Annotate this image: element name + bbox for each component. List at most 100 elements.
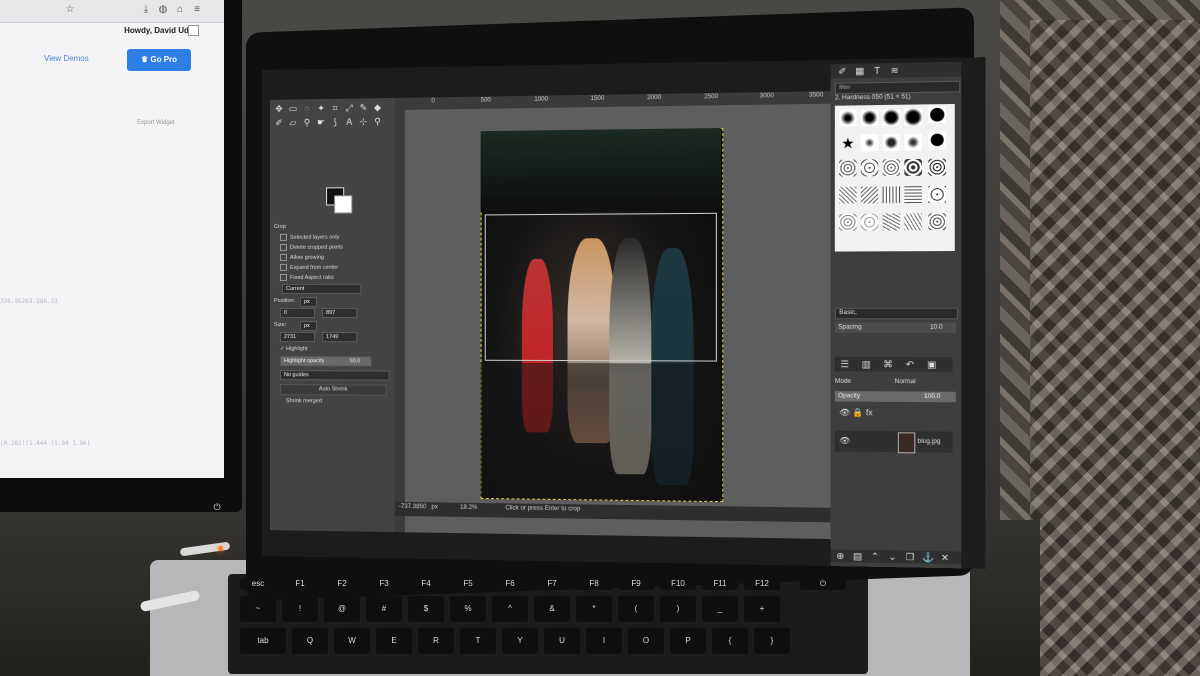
shrink-merged-option[interactable]: Shrink merged (286, 398, 322, 404)
key[interactable]: } (754, 628, 790, 654)
expand-from-center-option[interactable]: Expand from center (279, 263, 338, 271)
brush-item[interactable] (860, 134, 879, 152)
key[interactable]: F10 (660, 578, 696, 590)
key[interactable]: & (534, 596, 570, 622)
key[interactable]: F2 (324, 578, 360, 590)
guides-dropdown[interactable]: No guides (279, 370, 390, 381)
key[interactable]: * (576, 596, 612, 622)
brush-item[interactable] (928, 131, 947, 149)
lock-icons[interactable]: 👁 🔒 fx (839, 408, 872, 418)
transform-icon[interactable]: ⤢ (344, 103, 354, 113)
key[interactable]: R (418, 628, 454, 654)
view-demos-link[interactable]: View Demos (44, 54, 89, 63)
key[interactable]: ( (618, 596, 654, 622)
selected-layers-only-option[interactable]: Selected layers only (279, 233, 339, 241)
bucket-icon[interactable]: ◆ (372, 102, 382, 112)
clone-icon[interactable]: ⚲ (302, 117, 312, 127)
lasso-icon[interactable]: ◌ (302, 103, 312, 113)
aspect-mode-field[interactable]: Current (281, 283, 362, 294)
brush-item[interactable] (904, 133, 922, 151)
brush-item[interactable] (882, 213, 901, 231)
position-y-field[interactable]: 897 (322, 307, 358, 319)
layer-thumbnail[interactable] (897, 432, 916, 454)
highlight-option[interactable]: ✓ Highlight (280, 346, 308, 352)
key[interactable]: # (366, 596, 402, 622)
brush-tab-icon[interactable]: ✐ (837, 66, 848, 77)
auto-shrink-button[interactable]: Auto Shrink (279, 384, 387, 396)
new-group-icon[interactable]: ▤ (852, 551, 863, 562)
fx-icon[interactable]: fx (866, 408, 873, 417)
checkbox[interactable] (279, 243, 287, 251)
globe-icon[interactable]: ◍ (157, 4, 169, 16)
zoom-selector[interactable]: 18.2% (460, 505, 477, 511)
size-height-field[interactable]: 1749 (322, 332, 358, 343)
mode-dropdown[interactable]: Normal (895, 379, 916, 385)
brush-item[interactable] (928, 106, 947, 124)
key[interactable]: F3 (366, 578, 402, 590)
brush-set-dropdown[interactable]: Basic, (834, 307, 959, 320)
checkbox[interactable] (279, 273, 287, 281)
unit-selector[interactable]: px (431, 504, 437, 510)
star-icon[interactable]: ☆ (64, 4, 76, 16)
key[interactable]: T (460, 628, 496, 654)
brush-item[interactable] (928, 213, 947, 231)
layer-name[interactable]: blog.jpg (918, 439, 941, 445)
new-layer-icon[interactable]: ⊕ (835, 551, 846, 562)
brush-item[interactable] (928, 158, 947, 176)
key[interactable]: W (334, 628, 370, 654)
delete-cropped-pixels-option[interactable]: Delete cropped pixels (279, 243, 343, 251)
download-icon[interactable]: ⤓ (140, 4, 152, 16)
duplicate-layer-icon[interactable]: ❐ (904, 552, 915, 563)
star-icon[interactable]: ★ (839, 135, 856, 152)
key[interactable]: ^ (492, 596, 528, 622)
brush-item[interactable] (860, 213, 879, 231)
paintbrush-icon[interactable]: ✐ (274, 118, 284, 128)
brush-item[interactable] (904, 213, 922, 231)
checkbox[interactable] (279, 263, 287, 271)
home-icon[interactable]: ⌂ (174, 4, 186, 16)
size-width-field[interactable]: 2731 (279, 332, 316, 343)
key[interactable]: @ (324, 596, 360, 622)
key[interactable]: { (712, 628, 748, 654)
highlight-opacity-slider[interactable]: Highlight opacity 50.0 (279, 356, 372, 367)
images-tab-icon[interactable]: ▣ (926, 359, 937, 370)
brush-item[interactable] (839, 186, 857, 204)
key[interactable]: F9 (618, 578, 654, 590)
background-color[interactable] (334, 195, 353, 214)
channels-tab-icon[interactable]: ▥ (861, 359, 872, 369)
brush-item[interactable] (860, 109, 879, 127)
fuzzy-select-icon[interactable]: ✦ (316, 103, 326, 113)
brush-filter-input[interactable]: filter (834, 80, 961, 95)
brush-item[interactable] (928, 185, 947, 203)
visibility-icon[interactable]: 👁 (839, 408, 850, 417)
crop-tool-icon[interactable]: ⌗ (330, 103, 340, 113)
key[interactable]: F6 (492, 578, 528, 590)
key[interactable]: O (628, 628, 664, 654)
user-greeting[interactable]: Howdy, David Udo. (124, 26, 196, 35)
undo-history-icon[interactable]: ↶ (904, 359, 915, 370)
anchor-layer-icon[interactable]: ⚓ (922, 552, 934, 563)
paths-tab-icon[interactable]: ⌘ (883, 359, 894, 369)
key[interactable]: I (586, 628, 622, 654)
layer-opacity-slider[interactable]: Opacity 100.0 (834, 391, 956, 403)
key[interactable]: Q (292, 628, 328, 654)
zoom-icon[interactable]: ⚲ (372, 116, 382, 126)
gradient-tab-icon[interactable]: ≋ (889, 65, 900, 76)
key[interactable]: P (670, 628, 706, 654)
warp-icon[interactable]: ✎ (358, 102, 368, 112)
brush-item[interactable] (882, 186, 901, 204)
key[interactable]: ! (282, 596, 318, 622)
key[interactable]: _ (702, 596, 738, 622)
key[interactable]: U (544, 628, 580, 654)
lower-layer-icon[interactable]: ⌄ (887, 551, 898, 562)
key[interactable]: F7 (534, 578, 570, 590)
key[interactable]: ) (660, 596, 696, 622)
raise-layer-icon[interactable]: ⌃ (870, 551, 881, 562)
pattern-tab-icon[interactable]: ▦ (854, 66, 865, 77)
key[interactable]: $ (408, 596, 444, 622)
avatar[interactable] (188, 25, 199, 36)
checkbox[interactable] (279, 253, 287, 261)
power-icon[interactable]: ⏻ (212, 502, 222, 512)
key-esc[interactable]: esc (240, 578, 276, 590)
text-tool-icon[interactable]: A (344, 117, 354, 127)
